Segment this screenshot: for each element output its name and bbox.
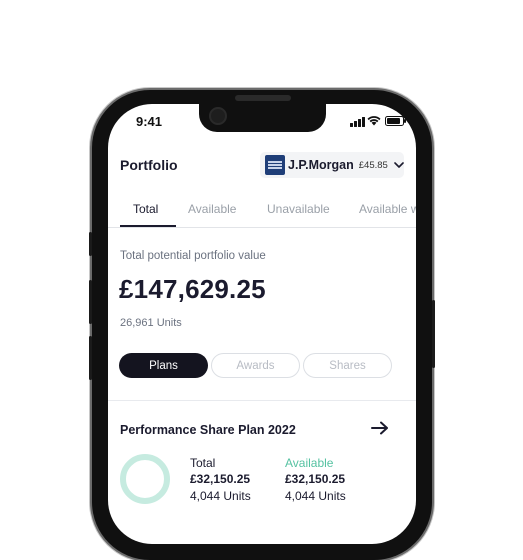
power-button — [432, 300, 435, 368]
tab-unavailable[interactable]: Unavailable — [267, 202, 330, 216]
section-divider — [108, 400, 416, 401]
jp-morgan-logo-icon — [265, 155, 285, 175]
volume-down-button — [89, 336, 92, 380]
filter-plans-button[interactable]: Plans — [119, 353, 208, 378]
tab-available-with[interactable]: Available w — [359, 202, 416, 216]
chevron-down-icon — [394, 162, 404, 168]
filter-shares-button[interactable]: Shares — [303, 353, 392, 378]
filter-awards-button[interactable]: Awards — [211, 353, 300, 378]
active-tab-indicator — [120, 225, 176, 227]
arrow-right-icon[interactable] — [371, 421, 389, 435]
portfolio-value: £147,629.25 — [119, 274, 266, 304]
speaker-grille — [235, 95, 291, 101]
available-amount: £32,150.25 — [285, 472, 346, 486]
total-amount: £32,150.25 — [190, 472, 251, 486]
cellular-signal-icon — [350, 117, 365, 127]
tab-bar: Total Available Unavailable Available w — [108, 194, 416, 228]
share-price: £45.85 — [358, 159, 388, 171]
battery-icon — [385, 116, 404, 126]
company-name: J.P.Morgan — [288, 158, 354, 172]
available-units: 4,044 Units — [285, 489, 346, 503]
tab-total[interactable]: Total — [133, 202, 158, 216]
plan-donut-chart — [120, 454, 170, 504]
plan-title[interactable]: Performance Share Plan 2022 — [120, 423, 296, 437]
wifi-icon — [367, 116, 381, 126]
front-camera — [209, 107, 227, 125]
account-selector[interactable]: J.P.Morgan £45.85 — [260, 152, 404, 178]
portfolio-value-label: Total potential portfolio value — [120, 250, 266, 262]
battery-tip — [404, 119, 406, 123]
mute-switch — [89, 232, 92, 256]
page-title: Portfolio — [120, 157, 178, 173]
available-label: Available — [285, 456, 334, 470]
total-units: 4,044 Units — [190, 489, 251, 503]
volume-up-button — [89, 280, 92, 324]
portfolio-units: 26,961 Units — [120, 317, 182, 329]
total-label: Total — [190, 456, 216, 470]
status-time: 9:41 — [136, 114, 163, 129]
tab-available[interactable]: Available — [188, 202, 236, 216]
